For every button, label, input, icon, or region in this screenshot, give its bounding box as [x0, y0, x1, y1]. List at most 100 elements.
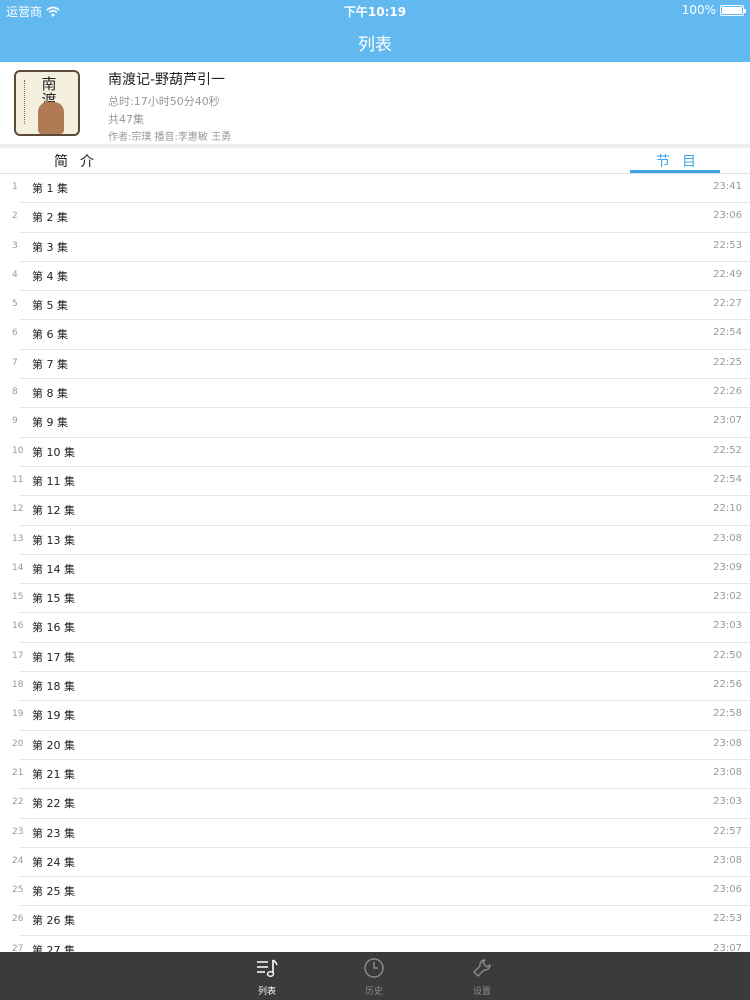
episode-row[interactable]: 17 第 17 集 22:50 [12, 643, 750, 673]
episode-row[interactable]: 16 第 16 集 23:03 [12, 613, 750, 643]
status-bar: 运营商 下午10:19 100% [0, 0, 750, 20]
episode-row[interactable]: 12 第 12 集 22:10 [12, 496, 750, 526]
episode-duration: 23:08 [713, 532, 742, 544]
episode-number: 1 [12, 182, 18, 192]
episode-row[interactable]: 6 第 6 集 22:54 [12, 320, 750, 350]
book-header: 南渡记 南渡记-野葫芦引一 总时:17小时50分40秒 共47集 作者:宗璞 播… [0, 62, 750, 144]
tab-intro[interactable]: 简介 [54, 151, 106, 171]
episode-row[interactable]: 2 第 2 集 23:06 [12, 203, 750, 233]
episode-row[interactable]: 13 第 13 集 23:08 [12, 526, 750, 555]
episode-row[interactable]: 7 第 7 集 22:25 [12, 350, 750, 380]
book-total-time: 总时:17小时50分40秒 [108, 95, 220, 108]
episode-number: 11 [12, 474, 24, 485]
status-time: 下午10:19 [343, 5, 407, 19]
episode-number: 20 [12, 738, 24, 749]
episode-duration: 22:53 [713, 239, 742, 251]
episode-name: 第 10 集 [32, 445, 75, 459]
music-list-icon [257, 959, 278, 977]
episode-row[interactable]: 24 第 24 集 23:08 [12, 848, 750, 878]
episode-duration: 23:08 [713, 737, 742, 749]
bottom-tab-bar: 列表 历史 设置 [0, 952, 750, 1000]
episode-name: 第 26 集 [32, 914, 75, 928]
tabbar-item-history[interactable]: 历史 [344, 956, 404, 997]
episode-row[interactable]: 19 第 19 集 22:58 [12, 701, 750, 731]
episode-row[interactable]: 10 第 10 集 22:52 [12, 438, 750, 467]
episode-row[interactable]: 3 第 3 集 22:53 [12, 233, 750, 262]
tabbar-label-settings: 设置 [472, 987, 491, 997]
episode-duration: 22:54 [713, 327, 742, 339]
episode-duration: 22:54 [713, 473, 742, 485]
tab-active-indicator [630, 170, 720, 173]
episode-row[interactable]: 4 第 4 集 22:49 [12, 262, 750, 292]
episode-number: 22 [12, 797, 24, 808]
episode-name: 第 11 集 [32, 474, 75, 488]
tab-bar-top: 简介 节目 [0, 148, 750, 174]
episode-name: 第 24 集 [32, 855, 75, 869]
episode-number: 25 [12, 885, 24, 896]
episode-row[interactable]: 18 第 18 集 22:56 [12, 672, 750, 702]
episode-name: 第 20 集 [32, 738, 75, 752]
episode-number: 17 [12, 650, 24, 661]
episode-duration: 22:10 [713, 503, 742, 515]
cover-decoration [24, 80, 28, 124]
episode-row[interactable]: 21 第 21 集 23:08 [12, 760, 750, 790]
episode-duration: 22:27 [713, 298, 742, 310]
episode-name: 第 17 集 [32, 650, 75, 664]
episode-duration: 22:58 [713, 708, 742, 720]
episode-name: 第 12 集 [32, 504, 75, 518]
episode-name: 第 1 集 [32, 182, 68, 195]
tab-episodes[interactable]: 节目 [656, 151, 708, 171]
episode-row[interactable]: 25 第 25 集 23:06 [12, 877, 750, 907]
episode-number: 26 [12, 914, 24, 925]
episode-row[interactable]: 15 第 15 集 23:02 [12, 584, 750, 614]
page-title: 列表 [358, 35, 392, 55]
episode-name: 第 22 集 [32, 797, 75, 811]
episode-duration: 22:56 [713, 679, 742, 691]
episode-duration: 22:52 [713, 444, 742, 456]
episode-duration: 22:49 [713, 268, 742, 280]
episode-name: 第 5 集 [32, 299, 68, 313]
episode-number: 14 [12, 562, 24, 573]
episode-row[interactable]: 14 第 14 集 23:09 [12, 555, 750, 585]
tabbar-item-list[interactable]: 列表 [237, 956, 297, 997]
book-title: 南渡记-野葫芦引一 [108, 72, 226, 88]
episode-row[interactable]: 11 第 11 集 22:54 [12, 467, 750, 497]
wrench-icon [473, 959, 491, 977]
episode-row[interactable]: 22 第 22 集 23:03 [12, 789, 750, 819]
episode-row[interactable]: 26 第 26 集 22:53 [12, 906, 750, 936]
tabbar-label-list: 列表 [257, 987, 276, 997]
episode-name: 第 25 集 [32, 885, 75, 899]
episode-row[interactable]: 27 第 27 集 23:07 [12, 936, 750, 952]
episode-row[interactable]: 8 第 8 集 22:26 [12, 379, 750, 409]
episode-duration: 22:26 [713, 386, 742, 398]
episode-row[interactable]: 5 第 5 集 22:27 [12, 291, 750, 321]
episode-duration: 22:25 [713, 356, 742, 368]
episode-row[interactable]: 20 第 20 集 23:08 [12, 731, 750, 760]
episode-number: 6 [12, 328, 18, 339]
episode-name: 第 4 集 [32, 269, 68, 283]
episode-row[interactable]: 1 第 1 集 23:41 [12, 174, 750, 204]
cover-figure [38, 102, 64, 134]
episode-number: 8 [12, 387, 18, 398]
episode-list[interactable]: 1 第 1 集 23:41 2 第 2 集 23:06 3 第 3 集 22:53 4 第 4 集 2… [0, 174, 750, 952]
episode-duration: 23:06 [713, 210, 742, 222]
book-info: 南渡记-野葫芦引一 总时:17小时50分40秒 共47集 作者:宗璞 播音:李惠… [108, 69, 231, 147]
episode-name: 第 2 集 [32, 211, 68, 225]
episode-name: 第 14 集 [32, 562, 75, 576]
episode-name: 第 15 集 [32, 592, 75, 606]
episode-number: 16 [12, 621, 24, 632]
battery-group: 100% [681, 3, 746, 17]
book-cover[interactable]: 南渡记 [14, 70, 80, 136]
episode-number: 24 [12, 855, 24, 866]
episode-row[interactable]: 23 第 23 集 22:57 [12, 819, 750, 848]
episode-duration: 23:09 [713, 561, 742, 573]
episode-duration: 23:03 [713, 620, 742, 632]
tabbar-item-settings[interactable]: 设置 [452, 956, 512, 997]
episode-number: 4 [12, 269, 18, 280]
episode-number: 19 [12, 709, 24, 720]
episode-name: 第 13 集 [32, 533, 75, 547]
battery-percent: 100% [681, 3, 716, 17]
episode-name: 第 16 集 [32, 621, 75, 635]
episode-row[interactable]: 9 第 9 集 23:07 [12, 408, 750, 438]
episode-number: 23 [12, 826, 24, 837]
